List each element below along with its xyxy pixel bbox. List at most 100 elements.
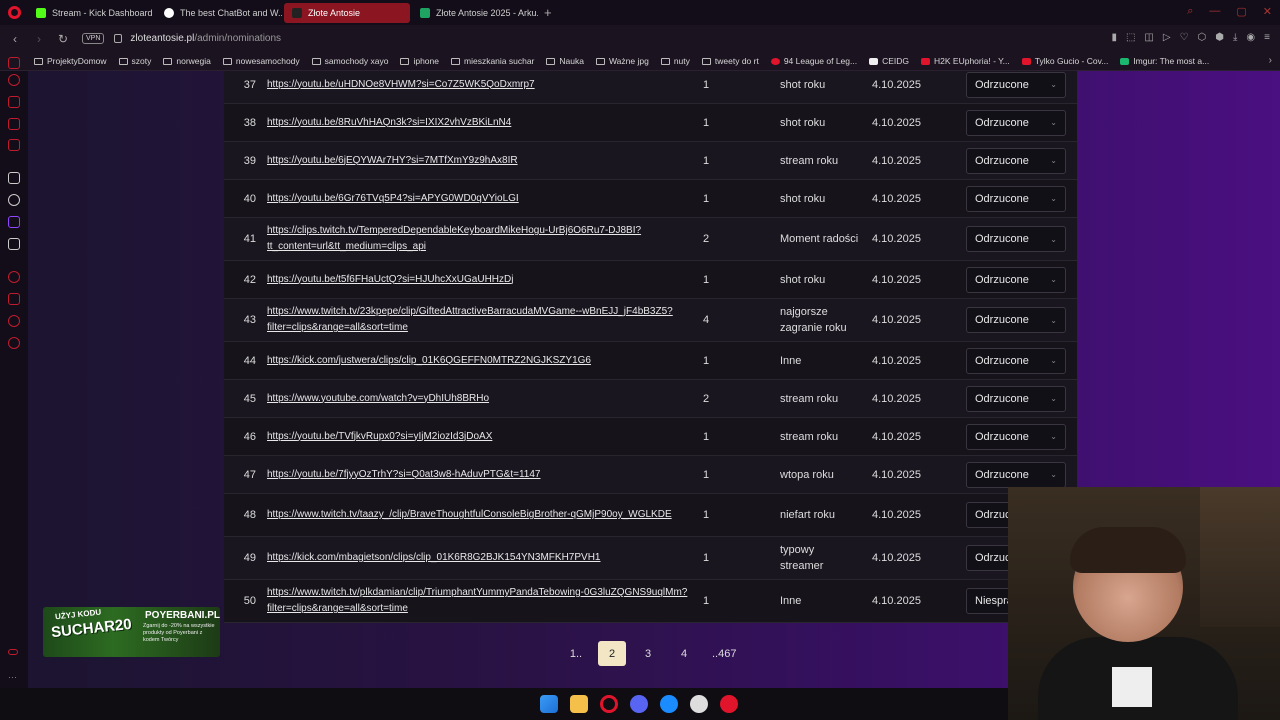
- forward-button[interactable]: ›: [30, 32, 48, 46]
- bookmark-league[interactable]: 94 League of Leg...: [770, 56, 858, 66]
- status-select[interactable]: Odrzucone ⌄: [966, 423, 1066, 450]
- page-link[interactable]: 1..: [562, 641, 590, 666]
- nomination-link[interactable]: https://clips.twitch.tv/TemperedDependab…: [267, 223, 697, 255]
- sidebar-mail-icon[interactable]: [8, 118, 20, 130]
- nomination-link[interactable]: https://youtu.be/6jEQYWAr7HY?si=7MTfXmY9…: [267, 153, 518, 169]
- sidebar-more-icon[interactable]: ···: [8, 672, 20, 684]
- sidebar-gx-icon[interactable]: [8, 649, 18, 655]
- bookmark-tylko-gucio[interactable]: Tylko Gucio - Cov...: [1021, 56, 1108, 66]
- bookmark-projektydomow[interactable]: ProjektyDomow: [34, 56, 107, 66]
- status-select[interactable]: Odrzucone ⌄: [966, 226, 1066, 252]
- windows-start-icon[interactable]: [540, 695, 558, 713]
- discord-icon[interactable]: [630, 695, 648, 713]
- chevron-down-icon: ⌄: [1050, 118, 1057, 127]
- sidebar-home-icon[interactable]: [8, 57, 20, 69]
- profile-icon[interactable]: ◉: [1246, 32, 1255, 43]
- page-link[interactable]: 3: [634, 641, 662, 666]
- nomination-link[interactable]: https://youtu.be/6Gr76TVq5P4?si=APYG0WD0…: [267, 191, 519, 207]
- status-select[interactable]: Odrzucone ⌄: [966, 147, 1066, 174]
- bookmark-szoty[interactable]: szoty: [118, 56, 151, 66]
- nomination-link[interactable]: https://www.twitch.tv/plkdamian/clip/Tri…: [267, 585, 697, 617]
- tab-zlote-antosie[interactable]: Złote Antosie: [284, 2, 410, 23]
- sidebar-clock-icon[interactable]: [8, 271, 20, 283]
- nomination-link[interactable]: https://youtu.be/t5f6FHaUctQ?si=HJUhcXxU…: [267, 272, 513, 288]
- app-icon[interactable]: [720, 695, 738, 713]
- nomination-link[interactable]: https://youtu.be/8RuVhHAQn3k?si=IXIX2vhV…: [267, 115, 511, 131]
- status-select[interactable]: Odrzucone ⌄: [966, 109, 1066, 136]
- tab-chatbot[interactable]: The best ChatBot and W...: [156, 3, 282, 23]
- bookmark-imgur[interactable]: Imgur: The most a...: [1120, 56, 1209, 66]
- download-icon[interactable]: ⤓: [1233, 32, 1237, 43]
- window-controls: ⌕ — ▢ ✕: [1187, 5, 1272, 18]
- status-select[interactable]: Odrzucone ⌄: [966, 461, 1066, 488]
- extensions-icon[interactable]: ⬡: [1198, 32, 1207, 43]
- bookmark-wazne-jpg[interactable]: Ważne jpg: [595, 56, 649, 66]
- page-link-active[interactable]: 2: [598, 641, 626, 666]
- tab-sheets[interactable]: Złote Antosie 2025 - Arku...: [412, 3, 538, 23]
- bookmark-label: 94 League of Leg...: [783, 56, 858, 66]
- status-select[interactable]: Odrzucone ⌄: [966, 307, 1066, 333]
- search-icon[interactable]: ⌕: [1187, 5, 1193, 18]
- nomination-link[interactable]: https://youtu.be/7fjyyOzTrhY?si=Q0at3w8-…: [267, 467, 540, 483]
- url-cell: https://kick.com/justwera/clips/clip_01K…: [267, 342, 697, 379]
- obs-icon[interactable]: [690, 695, 708, 713]
- nomination-link[interactable]: https://youtu.be/uHDNOe8VHWM?si=Co7Z5WK5…: [267, 77, 535, 93]
- nomination-link[interactable]: https://kick.com/mbagietson/clips/clip_0…: [267, 550, 600, 566]
- bookmark-nuty[interactable]: nuty: [660, 56, 690, 66]
- file-explorer-icon[interactable]: [570, 695, 588, 713]
- status-select[interactable]: Odrzucone ⌄: [966, 385, 1066, 412]
- vpn-badge[interactable]: VPN: [82, 33, 105, 44]
- bookmarks-more-icon[interactable]: ›: [1269, 55, 1272, 66]
- close-icon[interactable]: ✕: [1263, 5, 1272, 18]
- url-field[interactable]: zloteantosie.pl/admin/nominations: [130, 33, 281, 44]
- page-link[interactable]: 4: [670, 641, 698, 666]
- sidebar-m-icon[interactable]: [8, 139, 20, 151]
- opera-logo-icon[interactable]: [0, 0, 28, 25]
- minimize-icon[interactable]: —: [1209, 5, 1220, 18]
- bookmark-h2k[interactable]: H2K EUphoria! - Y...: [921, 56, 1010, 66]
- snapshot-icon[interactable]: ◫: [1144, 32, 1153, 43]
- screenshot-icon[interactable]: ⬚: [1126, 32, 1135, 43]
- nomination-link[interactable]: https://www.twitch.tv/taazy_/clip/BraveT…: [267, 507, 672, 523]
- bookmark-iphone[interactable]: iphone: [400, 56, 439, 66]
- bookmark-nowesamochody[interactable]: nowesamochody: [222, 56, 300, 66]
- sidebar-settings-icon[interactable]: [8, 337, 20, 349]
- maximize-icon[interactable]: ▢: [1236, 5, 1246, 18]
- sidebar-cube-icon[interactable]: [8, 293, 20, 305]
- url-host: zloteantosie.pl: [130, 33, 195, 44]
- sidebar-twitch-icon[interactable]: [8, 216, 20, 228]
- wallet-icon[interactable]: ⬢: [1215, 32, 1224, 43]
- lock-icon[interactable]: [114, 34, 123, 43]
- bookmark-norwegia[interactable]: norwegia: [163, 56, 211, 66]
- sidebar-chatgpt-icon[interactable]: [8, 194, 20, 206]
- nomination-link[interactable]: https://www.twitch.tv/23kpepe/clip/Gifte…: [267, 304, 697, 336]
- reload-button[interactable]: ↻: [54, 32, 72, 46]
- page-link[interactable]: ..467: [706, 641, 742, 666]
- menu-icon[interactable]: ≡: [1264, 32, 1270, 43]
- bookmark-tweety[interactable]: tweety do rt: [701, 56, 759, 66]
- status-select[interactable]: Odrzucone ⌄: [966, 185, 1066, 212]
- opera-gx-icon[interactable]: [600, 695, 618, 713]
- bookmark-icon[interactable]: ▮: [1111, 32, 1117, 43]
- sidebar-x-icon[interactable]: [8, 238, 20, 250]
- status-select[interactable]: Odrzucone ⌄: [966, 266, 1066, 293]
- back-button[interactable]: ‹: [6, 32, 24, 46]
- tab-kick-dashboard[interactable]: Stream - Kick Dashboard: [28, 3, 154, 23]
- bookmark-mieszkania-suchar[interactable]: mieszkania suchar: [451, 56, 534, 66]
- sidebar-aria-icon[interactable]: [8, 74, 20, 86]
- messenger-icon[interactable]: [660, 695, 678, 713]
- status-select[interactable]: Odrzucone ⌄: [966, 71, 1066, 98]
- new-tab-button[interactable]: +: [544, 5, 552, 20]
- heart-icon[interactable]: ♡: [1180, 32, 1189, 43]
- nomination-link[interactable]: https://youtu.be/TVfjkvRupx0?si=yIjM2ioz…: [267, 429, 492, 445]
- sidebar-a-icon[interactable]: [8, 172, 20, 184]
- nomination-link[interactable]: https://www.youtube.com/watch?v=yDhIUh8B…: [267, 391, 489, 407]
- sidebar-bag-icon[interactable]: [8, 96, 20, 108]
- bookmark-nauka[interactable]: Nauka: [546, 56, 584, 66]
- bookmark-samochody-xayo[interactable]: samochody xayo: [311, 56, 388, 66]
- status-select[interactable]: Odrzucone ⌄: [966, 347, 1066, 374]
- nomination-link[interactable]: https://kick.com/justwera/clips/clip_01K…: [267, 353, 591, 369]
- sidebar-chat-icon[interactable]: [8, 315, 20, 327]
- play-icon[interactable]: ▷: [1163, 32, 1171, 43]
- bookmark-ceidg[interactable]: CEIDG: [869, 56, 909, 66]
